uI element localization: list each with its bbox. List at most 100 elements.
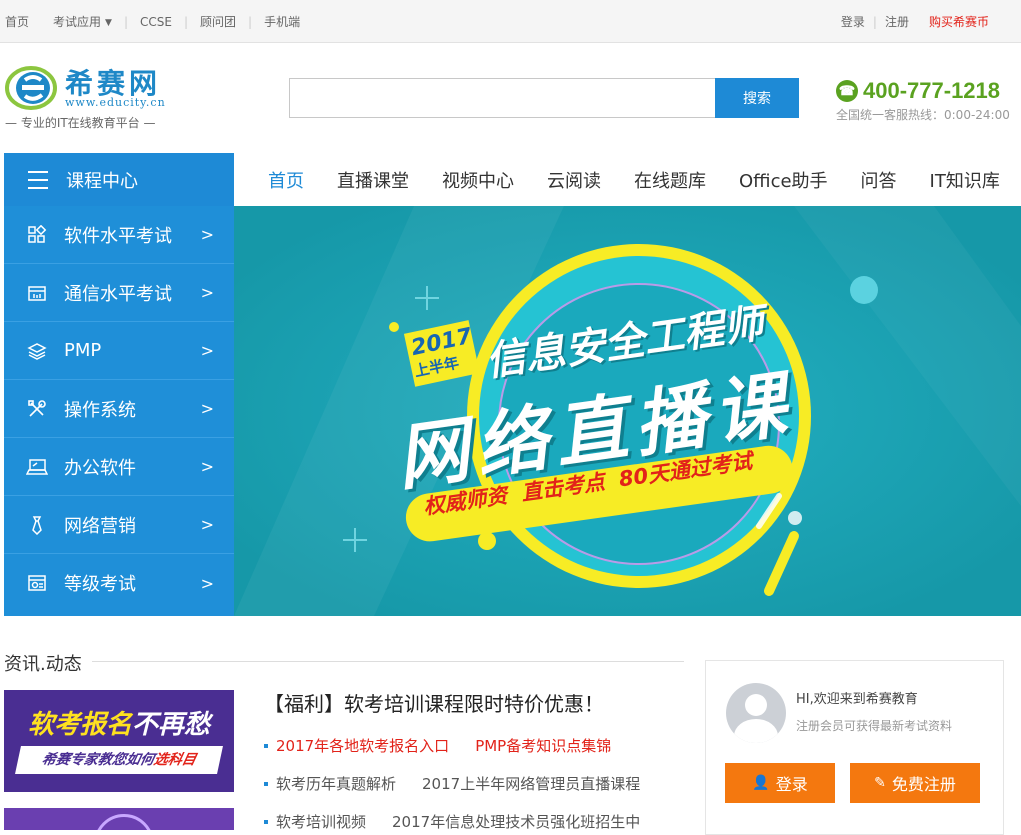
news-row: 2017年各地软考报名入口 PMP备考知识点集锦	[264, 735, 637, 756]
register-button-label: 免费注册	[891, 775, 956, 794]
category-sidebar: 软件水平考试 > 通信水平考试 > PMP > 操作系统 > 办公软件 > 网络…	[4, 206, 234, 616]
avatar	[726, 683, 786, 743]
sidebar-item-office[interactable]: 办公软件 >	[4, 438, 234, 496]
news-link-label: 2017年各地软考报名入口	[276, 737, 450, 755]
chevron-right-icon: >	[200, 515, 214, 534]
news-section-header: 资讯.动态	[4, 650, 684, 676]
divider: |	[872, 14, 877, 29]
promo-title: 软考报名不再愁	[4, 704, 234, 741]
nav-office[interactable]: Office助手	[739, 167, 828, 193]
free-register-button[interactable]: ✎ 免费注册	[850, 763, 980, 803]
promo-banner-exam-signup[interactable]: 软考报名不再愁 希赛专家教您如何选科目	[4, 690, 234, 792]
news-link[interactable]: 软考培训视频	[264, 811, 366, 832]
hero-banner[interactable]: 2017 上半年 信息安全工程师 网络直播课 权威师资 直击考点 80天通过考试	[234, 206, 1021, 616]
top-link-mobile[interactable]: 手机端	[264, 13, 300, 30]
course-center-label: 课程中心	[66, 170, 138, 192]
sidebar-item-label: 操作系统	[64, 399, 136, 421]
nav-qa[interactable]: 问答	[861, 167, 897, 193]
welcome-text: HI,欢迎来到希赛教育	[796, 692, 918, 707]
login-button-label: 登录	[775, 775, 808, 794]
tools-icon	[26, 398, 48, 420]
sidebar-item-label: PMP	[64, 340, 102, 361]
news-row: 软考培训视频 2017年信息处理技术员强化班招生中	[264, 811, 666, 832]
news-link-label: PMP备考知识点集锦	[475, 737, 612, 755]
top-register-link[interactable]: 注册	[885, 13, 909, 30]
divider: |	[123, 14, 128, 29]
top-bar: 首页 考试应用 ▼ | CCSE | 顾问团 | 手机端 登录 | 注册 购买希赛…	[0, 0, 1021, 43]
sidebar-item-software-exam[interactable]: 软件水平考试 >	[4, 206, 234, 264]
sidebar-item-label: 网络营销	[64, 515, 136, 537]
nav-cloud-read[interactable]: 云阅读	[547, 167, 601, 193]
chevron-right-icon: >	[200, 457, 214, 476]
buy-coins-link[interactable]: 购买希赛币	[929, 13, 989, 30]
phone-icon: ☎	[836, 80, 858, 102]
bullet	[264, 743, 268, 748]
hotline-hours: 全国统一客服热线：0:00-24:00	[836, 108, 1010, 122]
nav-home[interactable]: 首页	[268, 167, 304, 193]
news-link-label: 2017上半年网络管理员直播课程	[422, 775, 641, 793]
apps-icon	[26, 224, 48, 246]
nav-live[interactable]: 直播课堂	[337, 167, 409, 193]
top-link-exam-apps-label: 考试应用	[53, 15, 102, 29]
network-icon	[26, 282, 48, 304]
sidebar-item-marketing[interactable]: 网络营销 >	[4, 496, 234, 554]
news-link[interactable]: 2017上半年网络管理员直播课程	[422, 773, 640, 794]
member-tip: 注册会员可获得最新考试资料	[796, 719, 953, 733]
sidebar-item-telecom-exam[interactable]: 通信水平考试 >	[4, 264, 234, 322]
top-login-link[interactable]: 登录	[841, 13, 865, 30]
pencil-icon: ✎	[874, 775, 886, 791]
news-link[interactable]: 2017年各地软考报名入口	[264, 735, 449, 756]
chevron-right-icon: >	[200, 225, 214, 244]
promo-subtitle-a: 希赛专家教您如何	[40, 752, 156, 768]
search-bar: 搜索	[289, 78, 799, 118]
laptop-icon	[26, 456, 48, 478]
hotline-number: 400-777-1218	[863, 78, 1001, 103]
sidebar-item-pmp[interactable]: PMP >	[4, 322, 234, 380]
divider: |	[183, 14, 189, 29]
bullet	[264, 781, 268, 786]
login-button[interactable]: 👤 登录	[725, 763, 835, 803]
layers-icon	[26, 340, 48, 362]
news-link[interactable]: 2017年信息处理技术员强化班招生中	[392, 811, 640, 832]
search-button[interactable]: 搜索	[715, 78, 799, 118]
top-link-exam-apps[interactable]: 考试应用 ▼	[53, 13, 112, 30]
chevron-right-icon: >	[200, 573, 214, 593]
tie-icon	[26, 514, 48, 536]
course-center-button[interactable]: 课程中心	[4, 153, 234, 206]
chevron-right-icon: >	[200, 399, 214, 418]
promo-banner-2[interactable]	[4, 808, 234, 830]
top-link-ccse[interactable]: CCSE	[140, 15, 172, 29]
chevron-right-icon: >	[200, 341, 214, 360]
sidebar-item-os[interactable]: 操作系统 >	[4, 380, 234, 438]
menu-icon	[28, 170, 48, 189]
news-link[interactable]: 软考历年真题解析	[264, 773, 396, 794]
nav-video[interactable]: 视频中心	[442, 167, 514, 193]
news-headline[interactable]: 【福利】软考培训课程限时特价优惠！	[264, 688, 604, 717]
logo-e-icon	[5, 66, 57, 110]
sidebar-item-grade-exam[interactable]: 等级考试 >	[4, 554, 234, 612]
main-nav: 首页 直播课堂 视频中心 云阅读 在线题库 Office助手 问答 IT知识库	[268, 153, 1000, 206]
chevron-right-icon: >	[200, 283, 214, 302]
top-link-home[interactable]: 首页	[5, 13, 29, 30]
search-input[interactable]	[289, 78, 717, 118]
sidebar-item-label: 办公软件	[64, 457, 136, 479]
chevron-down-icon: ▼	[105, 18, 112, 28]
promo-title-b: 不再愁	[132, 710, 211, 740]
promo-subtitle-b: 选科目	[152, 752, 198, 768]
divider	[4, 661, 684, 662]
divider: |	[248, 14, 253, 29]
news-link-label: 软考培训视频	[276, 813, 367, 831]
certificate-icon	[26, 572, 48, 594]
news-section-title: 资讯.动态	[4, 650, 92, 676]
hotline: ☎ 400-777-1218 全国统一客服热线：0:00-24:00	[836, 78, 1016, 123]
top-link-advisors[interactable]: 顾问团	[200, 13, 236, 30]
promo-title-a: 软考报名	[27, 710, 132, 740]
nav-it-wiki[interactable]: IT知识库	[930, 167, 1000, 193]
nav-question-bank[interactable]: 在线题库	[634, 167, 706, 193]
site-logo[interactable]: 希赛网 www.educity.cn — 专业的IT在线教育平台 —	[5, 62, 185, 134]
news-link-label: 2017年信息处理技术员强化班招生中	[392, 813, 641, 831]
bullet	[264, 819, 268, 824]
news-link-label: 软考历年真题解析	[276, 775, 397, 793]
sidebar-item-label: 软件水平考试	[64, 225, 172, 247]
news-link[interactable]: PMP备考知识点集锦	[475, 735, 611, 756]
